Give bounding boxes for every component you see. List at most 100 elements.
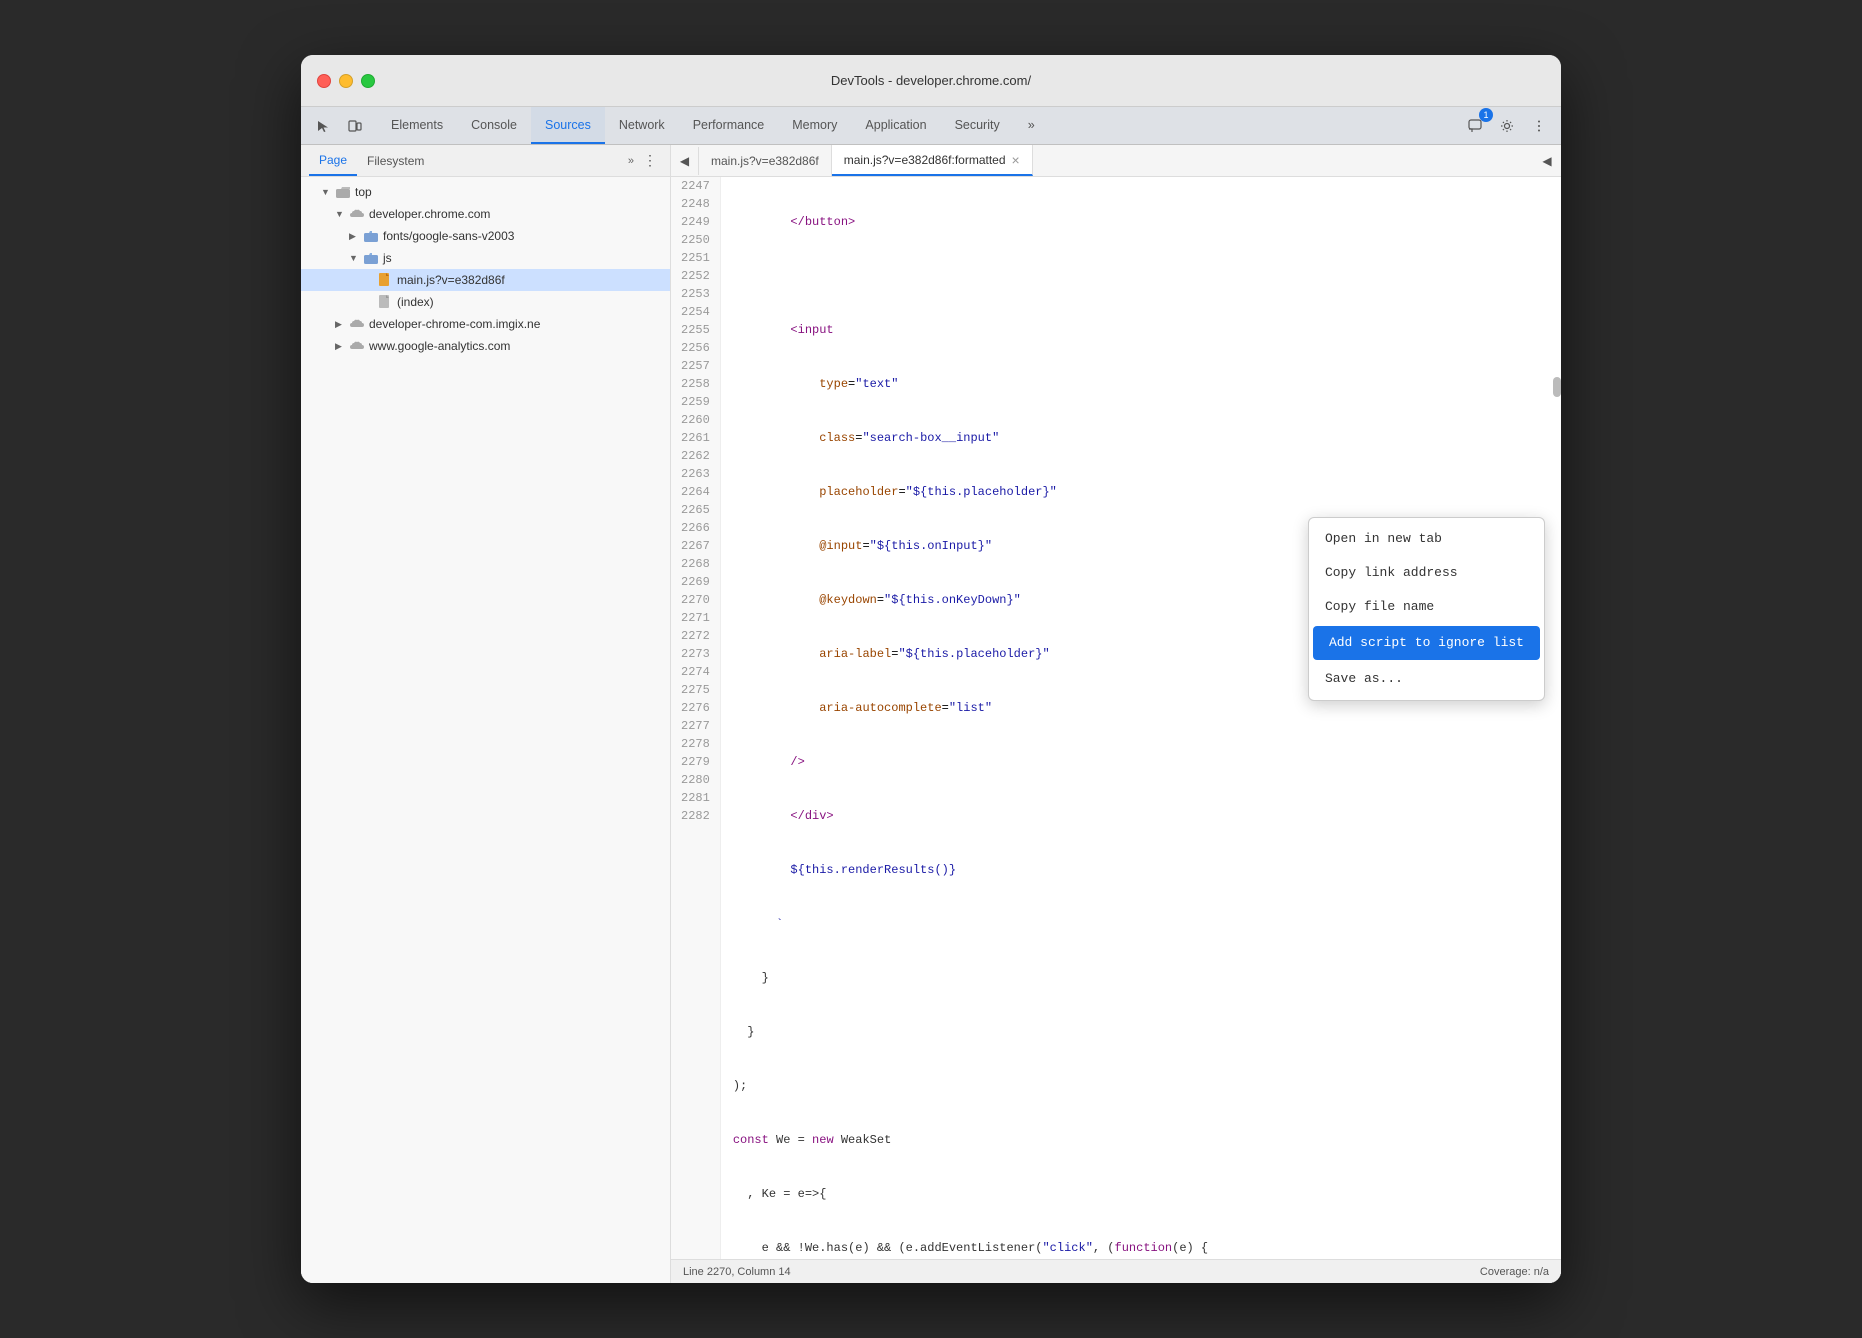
maximize-button[interactable] — [361, 74, 375, 88]
folder-icon — [335, 184, 351, 200]
file-tree: ▼ top ▼ — [301, 177, 670, 1283]
minimize-button[interactable] — [339, 74, 353, 88]
arrow-icon: ▶ — [335, 341, 349, 352]
code-line — [733, 267, 1549, 285]
close-tab-icon[interactable]: × — [1012, 153, 1020, 167]
panel-menu-icon[interactable]: ⋮ — [638, 149, 662, 173]
folder-icon — [363, 228, 379, 244]
code-line: } — [733, 1023, 1549, 1041]
tab-memory[interactable]: Memory — [778, 107, 851, 144]
toolbar-left — [301, 107, 377, 144]
line-numbers: 2247 2248 2249 2250 2251 2252 2253 2254 … — [671, 177, 721, 1259]
context-menu-open-new-tab[interactable]: Open in new tab — [1309, 522, 1544, 556]
file-icon — [377, 294, 393, 310]
tree-item-chrome[interactable]: ▼ developer.chrome.com — [301, 203, 670, 225]
left-panel: Page Filesystem » ⋮ ▼ top — [301, 145, 671, 1283]
tab-list: Elements Console Sources Network Perform… — [377, 107, 1453, 144]
settings-icon[interactable] — [1493, 112, 1521, 140]
tree-label-imgix: developer-chrome-com.imgix.ne — [369, 317, 540, 331]
arrow-icon: ▶ — [349, 231, 363, 242]
chat-icon[interactable]: 1 — [1461, 112, 1489, 140]
tree-label-mainjs: main.js?v=e382d86f — [397, 273, 505, 287]
tree-item-mainjs[interactable]: main.js?v=e382d86f — [301, 269, 670, 291]
context-menu-copy-link[interactable]: Copy link address — [1309, 556, 1544, 590]
tab-security[interactable]: Security — [941, 107, 1014, 144]
devtools-window: DevTools - developer.chrome.com/ Element… — [301, 55, 1561, 1283]
tree-item-fonts[interactable]: ▶ fonts/google-sans-v2003 — [301, 225, 670, 247]
badge: 1 — [1479, 108, 1493, 122]
code-line: <input — [733, 321, 1549, 339]
tab-more[interactable]: » — [1014, 107, 1049, 144]
code-line: ); — [733, 1077, 1549, 1095]
tree-item-analytics[interactable]: ▶ www.google-analytics.com — [301, 335, 670, 357]
cloud-icon — [349, 206, 365, 222]
code-content: </button> <input type="text" class="sear… — [721, 177, 1561, 1259]
code-line: , Ke = e=>{ — [733, 1185, 1549, 1203]
coverage-status: Coverage: n/a — [1480, 1266, 1549, 1278]
code-line: aria-autocomplete="list" — [733, 699, 1549, 717]
more-options-icon[interactable] — [1525, 112, 1553, 140]
code-area[interactable]: 2247 2248 2249 2250 2251 2252 2253 2254 … — [671, 177, 1561, 1259]
file-tab-1-label: main.js?v=e382d86f — [711, 154, 819, 168]
code-line: e && !We.has(e) && (e.addEventListener("… — [733, 1239, 1549, 1257]
cloud-icon — [349, 316, 365, 332]
context-menu-save-as[interactable]: Save as... — [1309, 662, 1544, 696]
panel-more[interactable]: » — [624, 155, 638, 167]
tree-label-analytics: www.google-analytics.com — [369, 339, 510, 353]
arrow-icon: ▼ — [349, 253, 363, 263]
tree-label-js: js — [383, 251, 392, 265]
folder-icon — [363, 250, 379, 266]
cursor-icon[interactable] — [309, 112, 337, 140]
right-panel: ◀ main.js?v=e382d86f main.js?v=e382d86f:… — [671, 145, 1561, 1283]
code-line: </button> — [733, 213, 1549, 231]
file-tabs: ◀ main.js?v=e382d86f main.js?v=e382d86f:… — [671, 145, 1561, 177]
arrow-icon: ▼ — [321, 187, 335, 197]
tree-item-imgix[interactable]: ▶ developer-chrome-com.imgix.ne — [301, 313, 670, 335]
title-bar: DevTools - developer.chrome.com/ — [301, 55, 1561, 107]
arrow-icon: ▼ — [335, 209, 349, 219]
code-line: class="search-box__input" — [733, 429, 1549, 447]
code-line: </div> — [733, 807, 1549, 825]
file-tab-end-icon[interactable]: ◀ — [1533, 147, 1561, 175]
code-line: } — [733, 969, 1549, 987]
tree-label-fonts: fonts/google-sans-v2003 — [383, 229, 514, 243]
tab-application[interactable]: Application — [851, 107, 940, 144]
status-bar: Line 2270, Column 14 Coverage: n/a — [671, 1259, 1561, 1283]
tree-label-top: top — [355, 185, 372, 199]
tree-label-index: (index) — [397, 295, 434, 309]
devtools-body: Page Filesystem » ⋮ ▼ top — [301, 145, 1561, 1283]
context-menu: Open in new tab Copy link address Copy f… — [1308, 517, 1545, 701]
code-line: type="text" — [733, 375, 1549, 393]
file-tab-2-label: main.js?v=e382d86f:formatted — [844, 153, 1006, 167]
toolbar-right: 1 — [1453, 107, 1561, 144]
tree-item-index[interactable]: (index) — [301, 291, 670, 313]
devtools-tabs: Elements Console Sources Network Perform… — [301, 107, 1561, 145]
file-tab-2[interactable]: main.js?v=e382d86f:formatted × — [832, 145, 1033, 176]
code-line: ` — [733, 915, 1549, 933]
context-menu-copy-filename[interactable]: Copy file name — [1309, 590, 1544, 624]
close-button[interactable] — [317, 74, 331, 88]
file-icon — [377, 272, 393, 288]
tab-page[interactable]: Page — [309, 145, 357, 176]
context-menu-add-ignore[interactable]: Add script to ignore list — [1313, 626, 1540, 660]
code-line: placeholder="${this.placeholder}" — [733, 483, 1549, 501]
panel-tabs: Page Filesystem » ⋮ — [301, 145, 670, 177]
tab-network[interactable]: Network — [605, 107, 679, 144]
cursor-position: Line 2270, Column 14 — [683, 1266, 791, 1278]
window-title: DevTools - developer.chrome.com/ — [831, 73, 1031, 88]
tree-label-chrome: developer.chrome.com — [369, 207, 490, 221]
code-line: const We = new WeakSet — [733, 1131, 1549, 1149]
device-toolbar-icon[interactable] — [341, 112, 369, 140]
tree-item-top[interactable]: ▼ top — [301, 181, 670, 203]
tab-console[interactable]: Console — [457, 107, 531, 144]
tab-elements[interactable]: Elements — [377, 107, 457, 144]
tab-performance[interactable]: Performance — [679, 107, 779, 144]
code-line: /> — [733, 753, 1549, 771]
tab-filesystem[interactable]: Filesystem — [357, 145, 434, 176]
scrollbar-indicator[interactable] — [1553, 377, 1561, 397]
file-tab-1[interactable]: main.js?v=e382d86f — [699, 145, 832, 176]
cloud-icon — [349, 338, 365, 354]
tab-sources[interactable]: Sources — [531, 107, 605, 144]
navigate-back-icon[interactable]: ◀ — [671, 147, 699, 175]
tree-item-js[interactable]: ▼ js — [301, 247, 670, 269]
